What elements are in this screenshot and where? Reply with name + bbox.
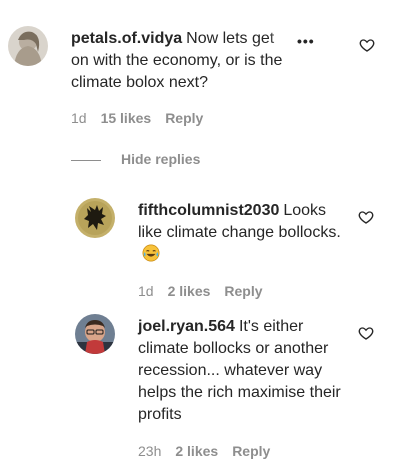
reply-button[interactable]: Reply [232,443,270,459]
reply-username[interactable]: fifthcolumnist2030 [138,202,279,219]
reply-meta: 1d 2 likes Reply [138,283,277,299]
avatar[interactable] [75,198,115,238]
heart-outline-icon[interactable] [358,325,374,341]
avatar[interactable] [8,26,48,66]
comment-time: 1d [71,110,87,126]
reply-username[interactable]: joel.ryan.564 [138,318,235,335]
comment-meta: 1d 15 likes Reply [71,110,217,126]
comment: petals.of.vidya Now lets get on with the … [0,0,400,140]
heart-outline-icon[interactable] [359,37,375,53]
heart-outline-icon[interactable] [358,209,374,225]
profile-photo-icon [75,198,115,238]
reply-button[interactable]: Reply [165,110,203,126]
reply-body: joel.ryan.564 It's either climate bollock… [138,316,346,426]
reply: fifthcolumnist2030 Looks like climate cha… [0,190,400,300]
reply-button[interactable]: Reply [224,283,262,299]
more-options-icon[interactable]: ••• [297,33,315,49]
profile-photo-icon [75,314,115,354]
divider-line [71,160,101,161]
reply-time: 1d [138,283,154,299]
profile-photo-icon [8,26,48,66]
reply-time: 23h [138,443,162,459]
comment-body: petals.of.vidya Now lets get on with the … [71,28,293,94]
face-with-tears-of-joy-icon [142,244,160,262]
reply-meta: 23h 2 likes Reply [138,443,284,459]
reply: joel.ryan.564 It's either climate bollock… [0,306,400,466]
reply-body: fifthcolumnist2030 Looks like climate cha… [138,200,348,266]
reply-likes[interactable]: 2 likes [175,443,218,459]
avatar[interactable] [75,314,115,354]
reply-likes[interactable]: 2 likes [168,283,211,299]
hide-replies-label[interactable]: Hide replies [121,151,200,167]
comment-likes[interactable]: 15 likes [101,110,152,126]
comment-username[interactable]: petals.of.vidya [71,30,182,47]
